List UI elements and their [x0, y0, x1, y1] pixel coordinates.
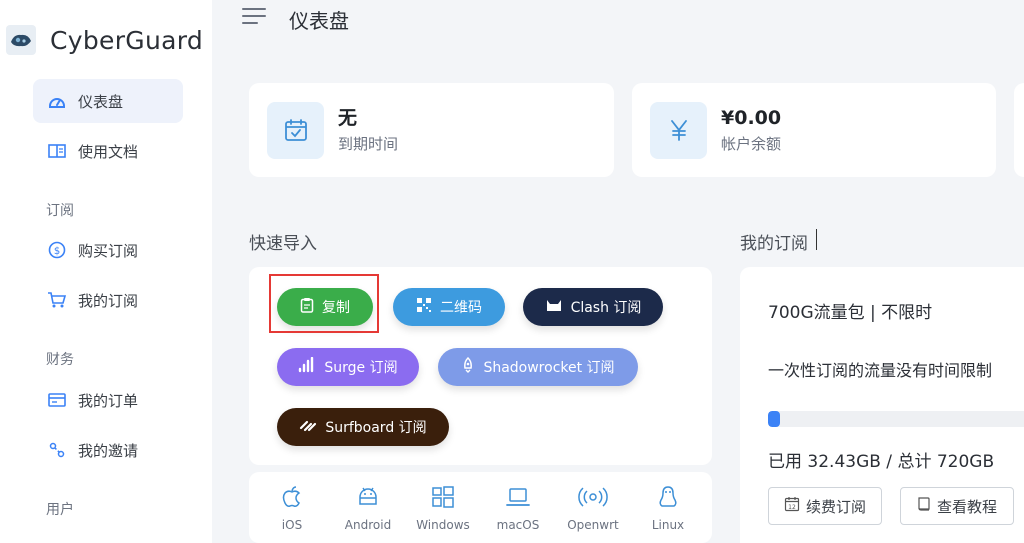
platform-label: Openwrt [567, 518, 619, 532]
sidebar-item-label: 仪表盘 [78, 92, 124, 111]
brand-logo [6, 25, 36, 55]
plan-name: 700G流量包 | 不限时 [768, 303, 933, 323]
yen-icon [650, 101, 707, 159]
sidebar-item-docs[interactable]: 使用文档 [33, 129, 183, 173]
sidebar-item-label: 我的邀请 [78, 441, 139, 460]
surfboard-subscribe-button[interactable]: Surfboard 订阅 [277, 408, 449, 446]
qrcode-icon [416, 297, 432, 317]
balance-label: 帐户余额 [721, 135, 782, 153]
usage-progress-bar [768, 411, 1024, 427]
platform-label: Android [344, 518, 392, 532]
platform-label: macOS [496, 518, 540, 532]
tutorial-button[interactable]: 查看教程 [900, 487, 1014, 525]
sidebar-item-my-invites[interactable]: 我的邀请 [33, 428, 183, 472]
calendar-icon: 12 [784, 496, 800, 516]
usage-progress-fill [768, 411, 780, 427]
android-icon [355, 484, 381, 514]
sidebar-section-title: 订阅 [46, 203, 74, 219]
expiry-label: 到期时间 [338, 135, 399, 153]
linux-icon [655, 484, 681, 514]
shadowrocket-button-label: Shadowrocket 订阅 [483, 360, 615, 376]
sidebar-item-my-orders[interactable]: 我的订单 [33, 378, 183, 422]
clash-subscribe-button[interactable]: Clash 订阅 [523, 288, 663, 326]
my-subscription-title: 我的订阅 [740, 234, 808, 254]
clash-icon [545, 297, 563, 317]
shadowrocket-subscribe-button[interactable]: Shadowrocket 订阅 [438, 348, 638, 386]
platform-label: Windows [416, 518, 470, 532]
platform-windows[interactable]: Windows [413, 484, 473, 532]
cart-icon [47, 290, 67, 310]
rocket-icon [461, 356, 475, 377]
surge-icon [298, 356, 316, 377]
clash-button-label: Clash 订阅 [570, 300, 642, 316]
text-caret [816, 229, 817, 250]
qrcode-button-label: 二维码 [440, 300, 482, 316]
sidebar-item-label: 购买订阅 [78, 241, 139, 260]
sidebar-item-buy-subscription[interactable]: $ 购买订阅 [33, 228, 183, 272]
balance-value: ¥0.00 [721, 107, 782, 129]
sidebar-item-my-subscription[interactable]: 我的订阅 [33, 278, 183, 322]
calendar-check-icon [267, 101, 324, 159]
balance-stat-card: ¥0.00 帐户余额 [632, 83, 996, 177]
expiry-stat-card: 无 到期时间 [249, 83, 614, 177]
sidebar-section-title: 财务 [46, 352, 74, 368]
page-title: 仪表盘 [289, 9, 349, 33]
usage-text: 已用 32.43GB / 总计 720GB [768, 452, 995, 472]
surfboard-icon [299, 418, 317, 436]
svg-text:$: $ [54, 246, 60, 257]
surge-subscribe-button[interactable]: Surge 订阅 [277, 348, 419, 386]
platform-android[interactable]: Android [338, 484, 398, 532]
share-icon [47, 440, 67, 460]
renew-button-label: 续费订阅 [805, 497, 866, 516]
qrcode-button[interactable]: 二维码 [393, 288, 505, 326]
platform-macos[interactable]: macOS [488, 484, 548, 532]
sidebar-item-label: 我的订单 [78, 391, 139, 410]
sidebar-item-dashboard[interactable]: 仪表盘 [33, 79, 183, 123]
broadcast-icon [578, 484, 608, 514]
apple-icon [279, 484, 305, 514]
platform-ios[interactable]: iOS [262, 484, 322, 532]
menu-toggle-icon[interactable] [242, 8, 266, 26]
brand-name: CyberGuard [50, 25, 204, 55]
stat-card-partial [1014, 83, 1024, 177]
book-icon [917, 496, 931, 516]
tutorial-button-label: 查看教程 [936, 497, 997, 516]
highlight-annotation [269, 274, 379, 333]
platform-label: iOS [281, 518, 303, 532]
platform-linux[interactable]: Linux [638, 484, 698, 532]
sidebar-section-title: 用户 [46, 502, 74, 518]
surge-button-label: Surge 订阅 [324, 360, 398, 376]
svg-text:12: 12 [788, 504, 796, 511]
sidebar: CyberGuard 仪表盘 使用文档 订阅 $ 购买订阅 我的订阅 财务 我的… [0, 0, 212, 543]
order-icon [47, 390, 67, 410]
dashboard-icon [47, 91, 67, 111]
sidebar-item-label: 使用文档 [78, 142, 139, 161]
platform-openwrt[interactable]: Openwrt [563, 484, 623, 532]
laptop-icon [505, 484, 531, 514]
renew-button[interactable]: 12 续费订阅 [768, 487, 882, 525]
windows-icon [430, 484, 456, 514]
platform-label: Linux [651, 518, 685, 532]
plan-description: 一次性订阅的流量没有时间限制 [768, 361, 993, 380]
dollar-icon: $ [47, 240, 67, 260]
expiry-value: 无 [338, 107, 358, 129]
surfboard-button-label: Surfboard 订阅 [325, 420, 427, 436]
sidebar-item-label: 我的订阅 [78, 291, 139, 310]
quick-import-title: 快速导入 [249, 234, 317, 254]
brand[interactable]: CyberGuard [6, 22, 203, 58]
book-icon [47, 141, 67, 161]
